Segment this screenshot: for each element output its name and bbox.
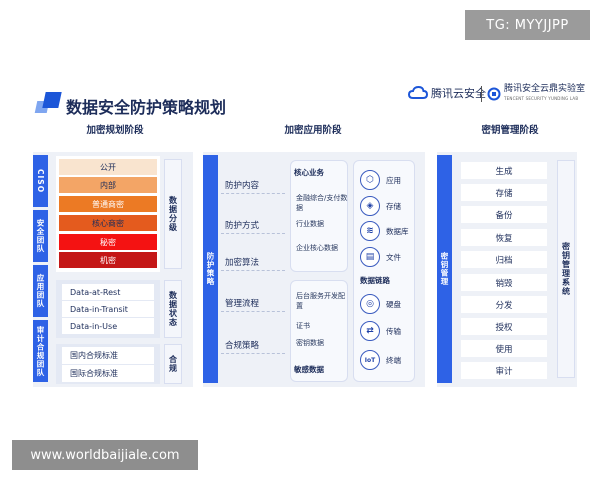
key-mgmt-bar: 密钥管理 [437, 155, 452, 383]
key-distribute: 分发 [461, 296, 547, 313]
compliance-label: 合规 [164, 344, 182, 384]
transfer-icon: ⇄ [360, 321, 380, 341]
link-disk-label: 硬盘 [386, 299, 401, 309]
phase-title-planning: 加密规划阶段 [86, 125, 144, 136]
key-audit: 审计 [461, 362, 547, 379]
strategy-compliance: 合规策略 [221, 336, 285, 354]
class-secret: 秘密 [59, 234, 157, 250]
link-disk: ◎ 硬盘 [360, 294, 401, 314]
app-icon: ⬡ [360, 170, 380, 190]
link-transfer: ⇄ 传输 [360, 321, 401, 341]
watermark-tg: TG: MYYJJPP [465, 10, 590, 40]
data-links-title: 数据链路 [360, 276, 390, 285]
disk-icon: ◎ [360, 294, 380, 314]
iot-icon: IoT [360, 350, 380, 370]
strategy-algorithm: 加密算法 [221, 253, 285, 271]
data-links-box [353, 160, 415, 382]
class-common-secret: 普通商密 [59, 196, 157, 212]
link-storage: ◈ 存储 [360, 196, 401, 216]
key-backup: 备份 [461, 206, 547, 223]
link-app-label: 应用 [386, 175, 401, 185]
link-iot: IoT 终端 [360, 350, 401, 370]
storage-icon: ◈ [360, 196, 380, 216]
state-label: 数据状态 [164, 280, 182, 338]
cloud-logo-icon [408, 86, 428, 99]
brand-tencent-cloud: 腾讯云安全 [408, 85, 486, 101]
strategy-content: 防护内容 [221, 176, 285, 194]
brand-right-text: 腾讯安全云鼎实验室 [504, 84, 586, 94]
role-security-team: 安全团队 [33, 210, 48, 262]
key-restore: 恢复 [461, 229, 547, 246]
link-database-label: 数据库 [386, 226, 409, 236]
key-generate: 生成 [461, 162, 547, 179]
link-database: ≋ 数据库 [360, 221, 409, 241]
brand-divider [481, 86, 482, 102]
strategy-process: 管理流程 [221, 294, 285, 312]
brand-yunding-lab: 腾讯安全云鼎实验室 TENCENT SECURITY YUNDING LAB [487, 85, 585, 103]
key-archive: 归档 [461, 251, 547, 268]
strategy-bar: 防护策略 [203, 155, 218, 383]
state-in-use: Data-in-Use [62, 318, 154, 334]
class-internal: 内部 [59, 177, 157, 193]
compliance-domestic: 国内合规标准 [62, 347, 154, 364]
state-at-rest: Data-at-Rest [62, 284, 154, 300]
class-core-secret: 核心商密 [59, 215, 157, 231]
class-public: 公开 [59, 159, 157, 175]
file-icon: ▤ [360, 247, 380, 267]
class-confidential: 机密 [59, 252, 157, 268]
role-audit-team: 审计合规团队 [33, 320, 48, 382]
page-title: 数据安全防护策略规划 [66, 98, 227, 117]
link-file: ▤ 文件 [360, 247, 401, 267]
title-logo-icon [34, 92, 62, 114]
brand-left-text: 腾讯云安全 [431, 87, 486, 100]
link-transfer-label: 传输 [386, 326, 401, 336]
link-storage-label: 存储 [386, 201, 401, 211]
key-store: 存储 [461, 184, 547, 201]
core-business-title: 核心业务 [294, 168, 324, 177]
brand-right-en: TENCENT SECURITY YUNDING LAB [504, 96, 579, 101]
phase-title-key-mgmt: 密钥管理阶段 [481, 125, 539, 136]
phase-title-application: 加密应用阶段 [284, 125, 342, 136]
database-icon: ≋ [360, 221, 380, 241]
key-mgmt-system-label: 密钥管理系统 [557, 160, 575, 378]
strategy-method: 防护方式 [221, 216, 285, 234]
state-in-transit: Data-in-Transit [62, 301, 154, 317]
link-app: ⬡ 应用 [360, 170, 401, 190]
sensitive-item-cert: 证书 [296, 322, 310, 330]
core-item-enterprise: 企业核心数据 [296, 244, 338, 252]
sensitive-item-backend: 后台服务开发配置 [296, 292, 345, 310]
lab-logo-icon [487, 87, 501, 101]
classification-label: 数据分级 [164, 159, 182, 269]
link-iot-label: 终端 [386, 355, 401, 365]
core-item-finance: 金融综合/支付数据 [296, 194, 348, 212]
sensitive-data-title: 敏感数据 [294, 365, 324, 374]
key-destroy: 销毁 [461, 274, 547, 291]
sensitive-item-keydata: 密钥数据 [296, 339, 324, 347]
core-item-industry: 行业数据 [296, 220, 324, 228]
key-authorize: 授权 [461, 318, 547, 335]
key-use: 使用 [461, 340, 547, 357]
link-file-label: 文件 [386, 252, 401, 262]
role-app-team: 应用团队 [33, 265, 48, 317]
role-ciso: CISO [33, 155, 48, 207]
watermark-url: www.worldbaijiale.com [12, 440, 198, 470]
compliance-international: 国际合规标准 [62, 365, 154, 382]
